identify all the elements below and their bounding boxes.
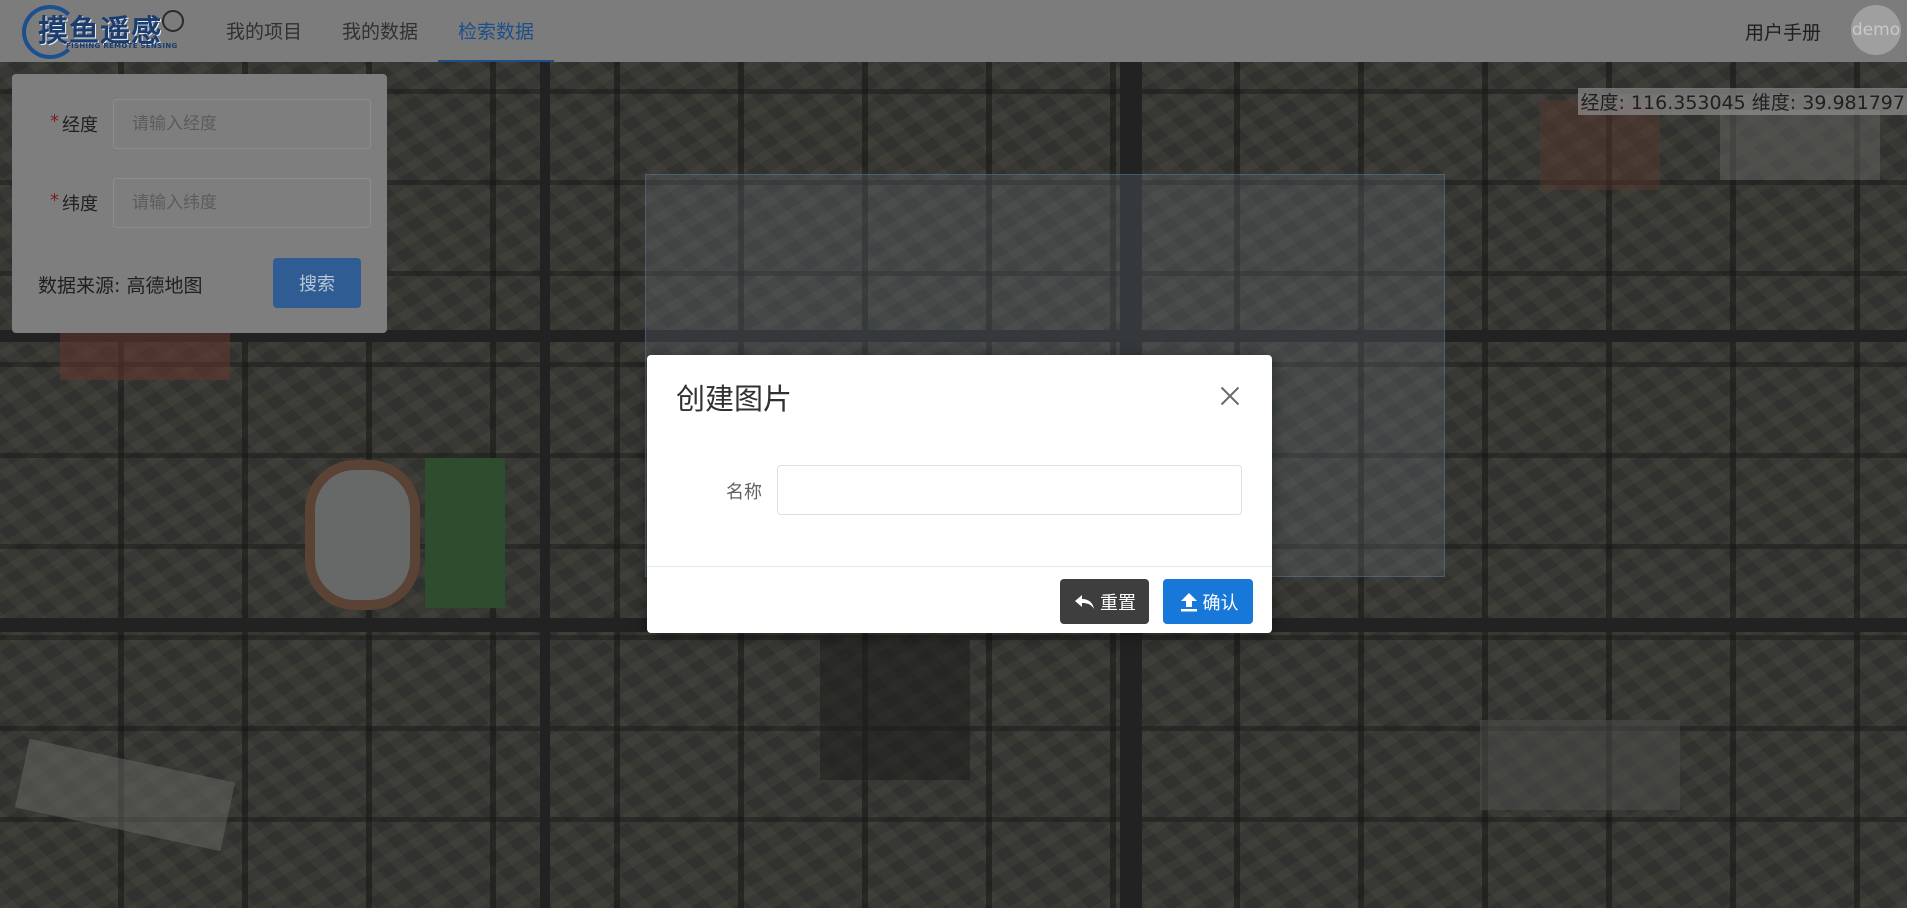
app-logo[interactable]: 摸鱼遥感 FISHING REMOTE SENSING (22, 2, 184, 60)
dialog-divider (647, 566, 1272, 567)
search-panel: * 经度 * 纬度 数据来源: 高德地图 搜索 (12, 74, 387, 333)
user-manual-link[interactable]: 用户手册 (1745, 18, 1821, 45)
logo-subtitle: FISHING REMOTE SENSING (66, 42, 178, 50)
create-image-dialog: 创建图片 名称 重置 确认 (647, 355, 1272, 633)
main-nav: 我的项目 我的数据 检索数据 (206, 0, 555, 62)
top-header: 摸鱼遥感 FISHING REMOTE SENSING 我的项目 我的数据 检索… (0, 0, 1907, 62)
latitude-label: 纬度 (62, 194, 98, 215)
nav-item-my-data[interactable]: 我的数据 (322, 0, 438, 62)
avatar[interactable]: demo (1851, 5, 1901, 55)
latitude-row: * 纬度 (12, 178, 387, 228)
dialog-title: 创建图片 (676, 382, 793, 416)
search-button[interactable]: 搜索 (273, 258, 361, 308)
nav-item-my-projects[interactable]: 我的项目 (206, 0, 322, 62)
reset-button-label: 重置 (1100, 592, 1136, 614)
name-label: 名称 (726, 482, 762, 503)
confirm-button-label: 确认 (1202, 592, 1239, 614)
longitude-row: * 经度 (12, 99, 387, 149)
longitude-input[interactable] (113, 99, 371, 149)
data-source-text: 数据来源: 高德地图 (38, 275, 203, 297)
reset-button[interactable]: 重置 (1060, 579, 1149, 624)
coordinate-readout: 经度: 116.353045 维度: 39.981797 (1578, 88, 1907, 115)
latitude-input[interactable] (113, 178, 371, 228)
logo-fish-icon (162, 10, 184, 32)
required-mark: * (50, 111, 59, 132)
undo-icon (1075, 594, 1094, 609)
name-input[interactable] (777, 465, 1242, 515)
longitude-label: 经度 (62, 115, 98, 136)
confirm-button[interactable]: 确认 (1163, 579, 1253, 624)
nav-item-search-data[interactable]: 检索数据 (438, 0, 555, 62)
required-mark: * (50, 190, 59, 211)
upload-icon (1180, 592, 1197, 611)
close-icon[interactable] (1215, 381, 1245, 411)
